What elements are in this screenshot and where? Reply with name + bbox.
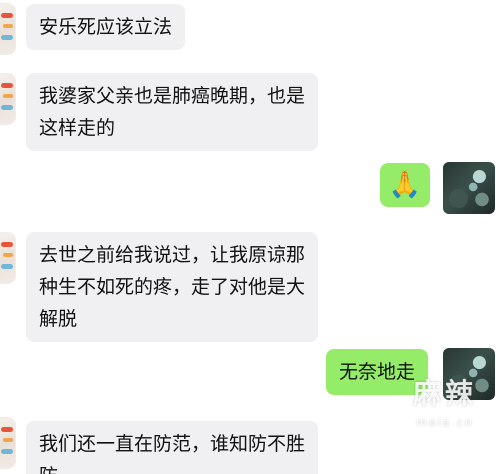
message-bubble[interactable]: 安乐死应该立法: [26, 4, 186, 50]
avatar-decoration: [3, 438, 13, 442]
avatar-decoration: [1, 242, 13, 247]
avatar-decoration: [1, 427, 13, 432]
avatar-decoration: [1, 105, 13, 110]
avatar-decoration: [1, 83, 13, 88]
avatar-decoration: [3, 94, 13, 98]
contact-avatar[interactable]: [0, 73, 16, 125]
contact-avatar[interactable]: [0, 417, 16, 469]
my-avatar[interactable]: [443, 348, 495, 400]
message-text-line: 这样走的: [39, 117, 116, 139]
avatar-decoration: [3, 24, 13, 28]
message-text: 无奈地走: [339, 361, 416, 383]
message-text: 安乐死应该立法: [39, 16, 173, 38]
message-text-line: 种生不如死的疼，走了对他是大: [39, 276, 306, 298]
avatar-decoration: [1, 449, 13, 454]
watermark-domain: mala.cn: [416, 416, 474, 429]
avatar-decoration: [1, 13, 13, 18]
message-bubble[interactable]: 我婆家父亲也是肺癌晚期，也是 这样走的: [26, 73, 319, 151]
message-bubble-self[interactable]: 无奈地走: [326, 349, 429, 395]
message-text-line: 去世之前给我说过，让我原谅那: [39, 244, 306, 266]
message-bubble[interactable]: 去世之前给我说过，让我原谅那 种生不如死的疼，走了对他是大 解脱: [26, 232, 319, 342]
praying-hands-icon: 🙏: [388, 170, 422, 200]
my-avatar[interactable]: [443, 162, 495, 214]
message-bubble[interactable]: 我们还一直在防范，谁知防不胜 防: [26, 421, 319, 474]
contact-avatar[interactable]: [0, 3, 16, 55]
avatar-decoration: [1, 264, 13, 269]
message-text-line: 我婆家父亲也是肺癌晚期，也是: [39, 85, 306, 107]
message-text-line: 我们还一直在防范，谁知防不胜: [39, 433, 306, 455]
message-text-line: 解脱: [39, 308, 78, 330]
avatar-decoration: [3, 253, 13, 257]
contact-avatar[interactable]: [0, 232, 16, 284]
avatar-decoration: [1, 35, 13, 40]
message-bubble-self[interactable]: 🙏: [380, 163, 430, 207]
message-text-line: 防: [39, 460, 305, 474]
